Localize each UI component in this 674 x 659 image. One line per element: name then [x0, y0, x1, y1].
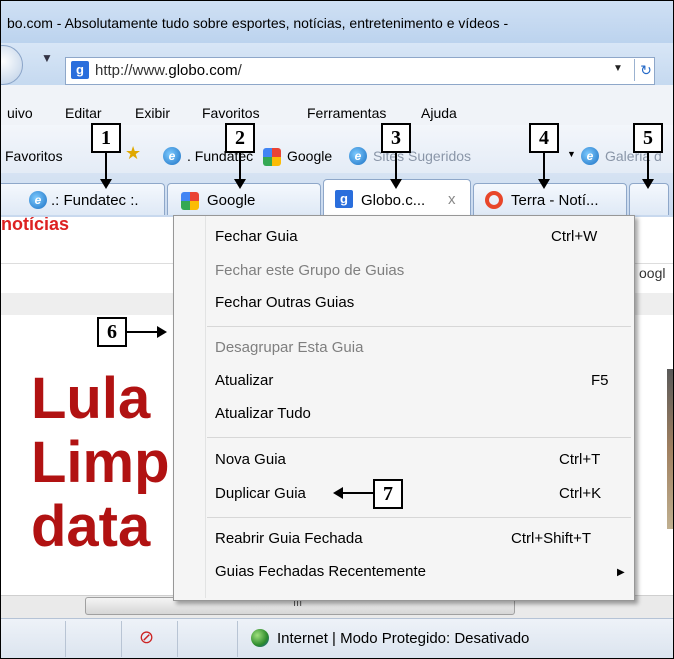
callout-6: 6 — [97, 317, 127, 347]
tab-globo-label: Globo.c... — [361, 192, 426, 209]
callout-line — [395, 153, 397, 179]
menu-item-fechar-grupo: Fechar este Grupo de Guias — [215, 262, 405, 279]
headline-line-1: Lula — [31, 366, 151, 431]
status-separator — [65, 621, 66, 657]
callout-line — [647, 153, 649, 179]
ie-icon: e — [163, 147, 181, 165]
ie-icon: e — [29, 191, 47, 209]
address-dropdown-icon[interactable]: ▼ — [613, 63, 623, 74]
callout-line — [127, 331, 157, 333]
shortcut-reabrir: Ctrl+Shift+T — [511, 530, 592, 547]
menu-gutter — [205, 216, 206, 598]
headline-line-3: data — [31, 494, 151, 559]
headline-line-2: Limp — [31, 430, 170, 495]
callout-line — [239, 153, 241, 179]
menu-separator — [207, 326, 631, 327]
status-separator — [237, 621, 238, 657]
internet-zone-icon — [251, 629, 269, 647]
arrow-down-icon — [234, 179, 246, 189]
callout-1: 1 — [91, 123, 121, 153]
ie-icon: e — [581, 147, 599, 165]
favorites-button[interactable]: Favoritos — [5, 148, 63, 164]
shortcut-fechar-guia: Ctrl+W — [551, 228, 598, 245]
shortcut-atualizar: F5 — [591, 372, 609, 389]
tab-terra-label: Terra - Notí... — [511, 192, 599, 209]
menu-separator — [207, 517, 631, 518]
page-top-text: notícias — [1, 217, 70, 231]
arrow-down-icon — [642, 179, 654, 189]
url-suffix: / — [237, 62, 242, 79]
menu-item-duplicar-guia[interactable]: Duplicar Guia — [215, 485, 306, 502]
tab-close-icon[interactable]: x — [448, 191, 456, 208]
sites-dropdown-icon[interactable]: ▼ — [567, 149, 576, 159]
callout-line — [543, 153, 545, 179]
callout-line — [105, 153, 107, 179]
menu-exibir[interactable]: Exibir — [135, 105, 170, 121]
fav-google[interactable]: Google — [287, 148, 332, 164]
menu-ferramentas[interactable]: Ferramentas — [307, 105, 386, 121]
callout-2: 2 — [225, 123, 255, 153]
arrow-down-icon — [100, 179, 112, 189]
arrow-left-icon — [333, 487, 343, 499]
browser-window: bo.com - Absolutamente tudo sobre esport… — [0, 0, 674, 659]
page-photo[interactable] — [667, 369, 673, 529]
menu-item-nova-guia[interactable]: Nova Guia — [215, 451, 286, 468]
menu-item-desagrupar: Desagrupar Esta Guia — [215, 339, 364, 356]
menu-item-guias-fechadas[interactable]: Guias Fechadas Recentemente — [215, 563, 426, 580]
submenu-arrow-icon: ▶ — [617, 567, 625, 578]
globo-icon: g — [335, 190, 353, 208]
menu-favoritos[interactable]: Favoritos — [202, 105, 260, 121]
status-separator — [177, 621, 178, 657]
google-icon — [181, 192, 199, 211]
callout-3: 3 — [381, 123, 411, 153]
url-text[interactable]: http://www.globo.com/ — [95, 62, 242, 79]
menu-item-fechar-outras[interactable]: Fechar Outras Guias — [215, 294, 354, 311]
menu-item-atualizar[interactable]: Atualizar — [215, 372, 273, 389]
callout-line — [343, 492, 373, 494]
menu-separator — [207, 437, 631, 438]
status-separator — [121, 621, 122, 657]
shortcut-nova-guia: Ctrl+T — [559, 451, 601, 468]
menu-ajuda[interactable]: Ajuda — [421, 105, 457, 121]
page-headline[interactable]: Lula Limp data — [31, 367, 170, 559]
google-icon — [263, 148, 281, 167]
menu-arquivo[interactable]: uivo — [7, 105, 33, 121]
menu-item-reabrir[interactable]: Reabrir Guia Fechada — [215, 530, 363, 547]
menu-editar[interactable]: Editar — [65, 105, 102, 121]
menu-item-fechar-guia[interactable]: Fechar Guia — [215, 228, 298, 245]
tab-fundatec-label: .: Fundatec :. — [51, 192, 139, 209]
callout-4: 4 — [529, 123, 559, 153]
menu-item-atualizar-tudo[interactable]: Atualizar Tudo — [215, 405, 311, 422]
tab-google-label: Google — [207, 192, 256, 209]
arrow-right-icon — [157, 326, 167, 338]
terra-icon — [485, 191, 503, 209]
history-dropdown-icon[interactable]: ▼ — [41, 51, 53, 65]
arrow-down-icon — [390, 179, 402, 189]
arrow-down-icon — [538, 179, 550, 189]
page-right-text: oogl — [639, 265, 666, 281]
globo-favicon-icon: g — [71, 61, 89, 79]
callout-7: 7 — [373, 479, 403, 509]
window-title: bo.com - Absolutamente tudo sobre esport… — [7, 15, 509, 31]
url-prefix: http://www. — [95, 62, 169, 79]
ie-icon: e — [349, 147, 367, 165]
url-domain: globo.com — [168, 62, 238, 79]
add-favorite-icon[interactable]: ★ — [125, 143, 141, 164]
refresh-icon[interactable]: ↻ — [634, 59, 657, 81]
shortcut-duplicar-guia: Ctrl+K — [559, 485, 602, 502]
zone-status-text[interactable]: Internet | Modo Protegido: Desativado — [277, 630, 529, 647]
privacy-icon[interactable]: ⊘ — [139, 627, 154, 648]
callout-5: 5 — [633, 123, 663, 153]
